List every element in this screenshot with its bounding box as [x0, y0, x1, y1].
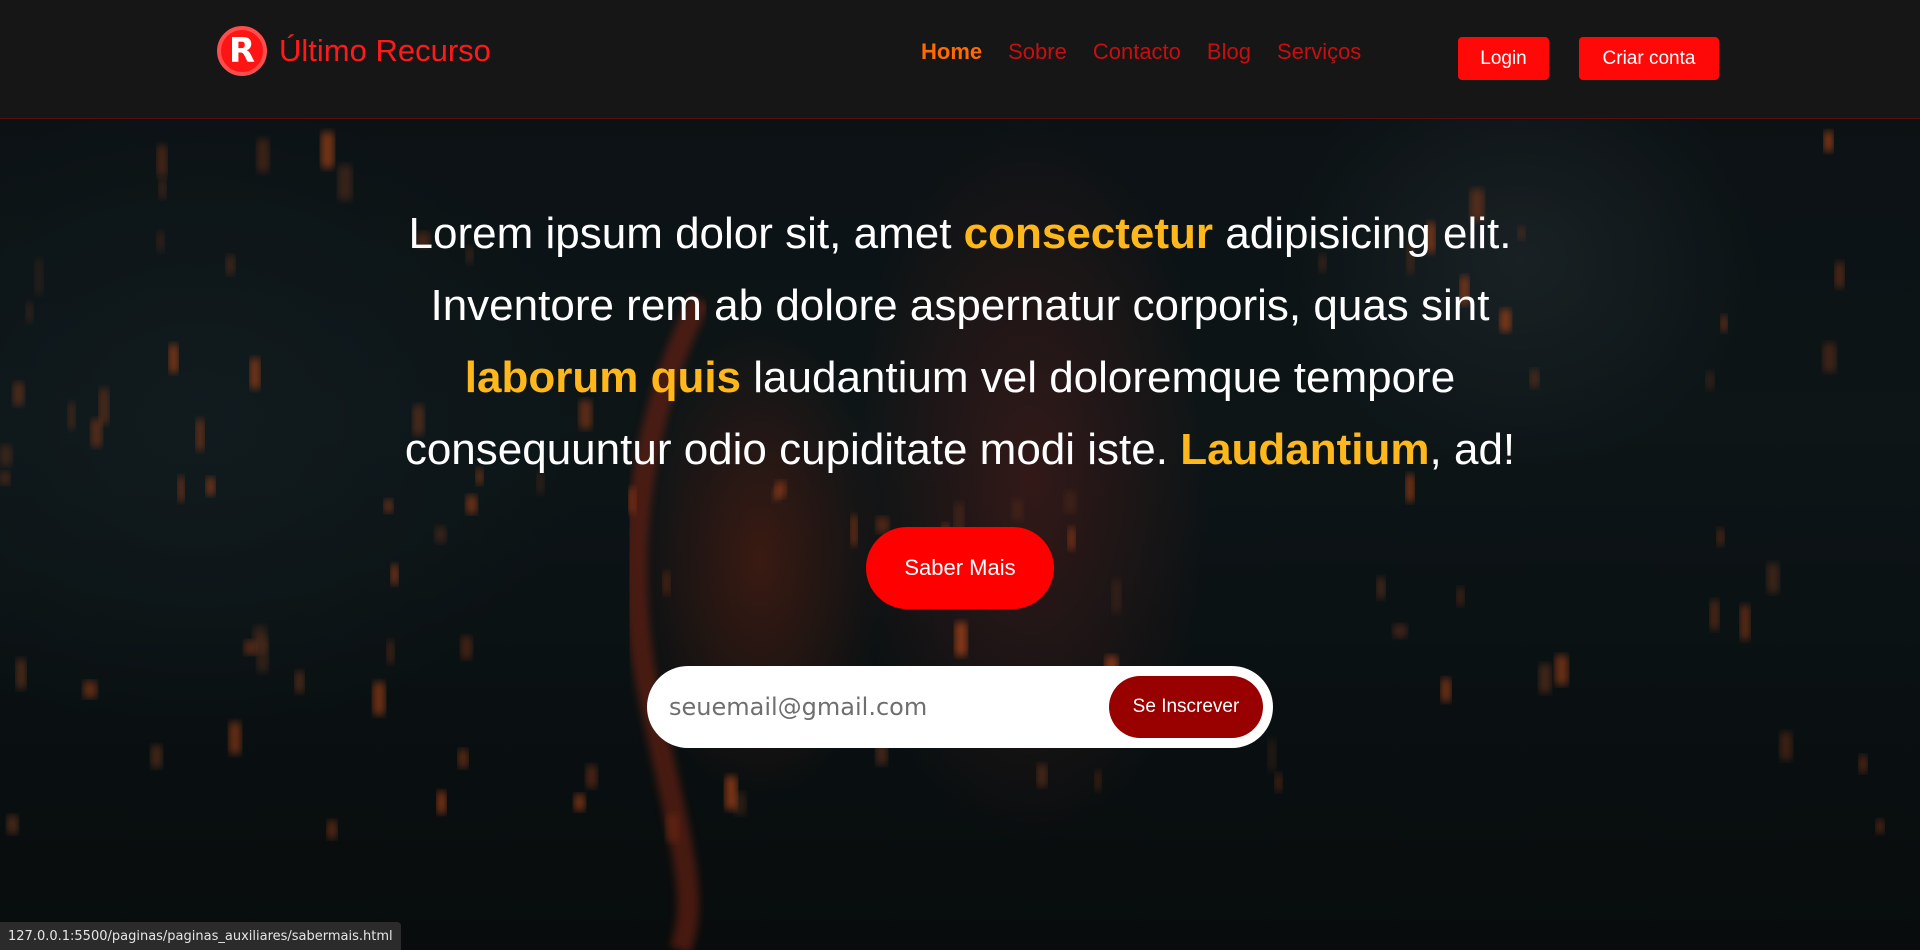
- email-input[interactable]: [669, 684, 1089, 730]
- hero-text-segment: Lorem ipsum dolor sit, amet: [408, 209, 964, 258]
- nav-link-contacto[interactable]: Contacto: [1093, 39, 1181, 65]
- brand-name: Último Recurso: [279, 33, 491, 68]
- login-button[interactable]: Login: [1458, 37, 1549, 80]
- hero-text: Lorem ipsum dolor sit, amet consectetur …: [340, 198, 1580, 486]
- nav-link-servicos[interactable]: Serviços: [1277, 39, 1361, 65]
- signup-button[interactable]: Criar conta: [1579, 37, 1719, 80]
- nav-link-home[interactable]: Home: [921, 39, 982, 65]
- subscribe-form: Se Inscrever: [647, 666, 1273, 748]
- nav-link-blog[interactable]: Blog: [1207, 39, 1251, 65]
- nav-link-sobre[interactable]: Sobre: [1008, 39, 1067, 65]
- brand-logo-icon: R: [217, 26, 267, 76]
- navbar: R Último Recurso Home Sobre Contacto Blo…: [0, 0, 1920, 119]
- hero-highlight-text: laborum quis: [464, 353, 742, 402]
- hero-highlight-text: consectetur: [963, 209, 1214, 258]
- hero-text-segment: , ad!: [1429, 425, 1516, 474]
- hero-highlight-text: Laudantium: [1180, 425, 1430, 474]
- brand[interactable]: R Último Recurso: [217, 25, 491, 77]
- subscribe-button[interactable]: Se Inscrever: [1109, 676, 1263, 738]
- nav-links: Home Sobre Contacto Blog Serviços: [921, 39, 1361, 65]
- saber-mais-button[interactable]: Saber Mais: [866, 527, 1054, 609]
- browser-status-bar: 127.0.0.1:5500/paginas/paginas_auxiliare…: [0, 922, 401, 950]
